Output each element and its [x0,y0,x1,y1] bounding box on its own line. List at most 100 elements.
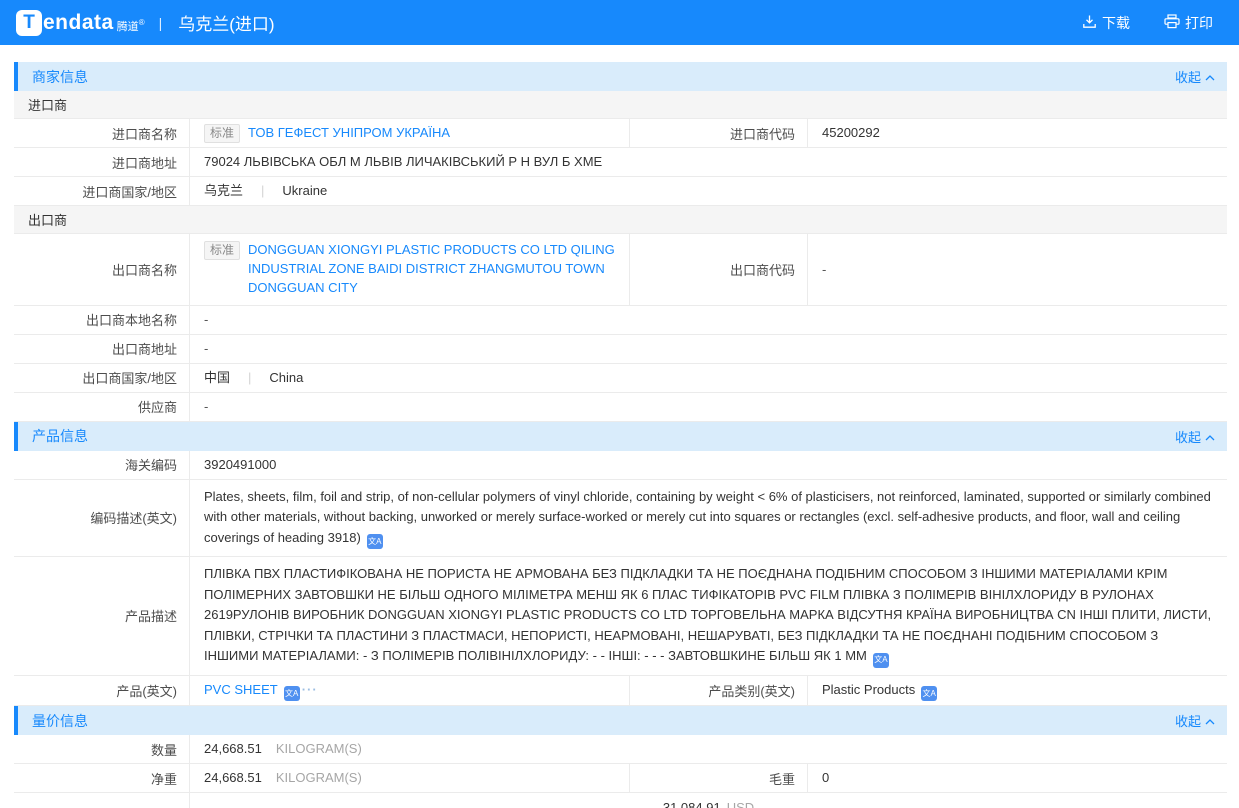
exporter-code-value: - [808,234,1227,305]
total-price-value: 31,084.91USD 1,292,832.24UAH [190,793,1227,808]
quantity-price-section-header: 量价信息 收起 [14,706,1227,735]
translate-icon[interactable]: 文A [873,653,889,668]
product-section-title: 产品信息 [32,426,88,446]
hs-code-row: 海关编码 3920491000 [14,451,1227,480]
pipe-divider: | [248,368,251,388]
download-label: 下载 [1102,13,1130,33]
pipe-divider: | [261,181,264,201]
code-description-row: 编码描述(英文) Plates, sheets, film, foil and … [14,480,1227,558]
exporter-code-label: 出口商代码 [630,234,808,305]
chevron-up-icon [1205,429,1215,444]
quantity-label: 数量 [14,735,190,763]
category-en-label: 产品类别(英文) [630,676,808,706]
importer-name-label: 进口商名称 [14,119,190,147]
product-section-header: 产品信息 收起 [14,422,1227,451]
importer-country-label: 进口商国家/地区 [14,177,190,205]
importer-address-value: 79024 ЛЬВІВСЬКА ОБЛ М ЛЬВІВ ЛИЧАКІВСЬКИЙ… [190,148,1227,176]
importer-country-row: 进口商国家/地区 乌克兰 | Ukraine [14,177,1227,206]
product-description-text: ПЛІВКА ПВХ ПЛАСТИФІКОВАНА НЕ ПОРИСТА НЕ … [204,564,1213,668]
exporter-address-value: - [190,335,1227,363]
net-weight-label: 净重 [14,764,190,792]
exporter-name-link[interactable]: DONGGUAN XIONGYI PLASTIC PRODUCTS CO LTD… [248,241,615,298]
merchant-section-header: 商家信息 收起 [14,62,1227,91]
importer-code-value: 45200292 [808,119,1227,147]
topbar-actions: 下载 打印 [1082,13,1213,33]
merchant-collapse-button[interactable]: 收起 [1175,67,1215,86]
chevron-up-icon [1205,713,1215,728]
code-description-body: Plates, sheets, film, foil and strip, of… [204,489,1211,545]
product-info-section: 产品信息 收起 海关编码 3920491000 编码描述(英文) Plates,… [14,422,1227,707]
importer-name-link[interactable]: ТОВ ГЕФЕСТ УНІПРОМ УКРАЇНА [248,124,450,143]
quantity-price-section: 量价信息 收起 数量 24,668.51KILOGRAM(S) 净重 24,66… [14,706,1227,808]
translate-icon[interactable]: 文A [367,534,383,549]
supplier-value: - [190,393,1227,421]
net-weight-row: 净重 24,668.51KILOGRAM(S) 毛重 0 [14,764,1227,793]
net-weight-unit: KILOGRAM(S) [276,768,362,788]
exporter-name-row: 出口商名称 标准 DONGGUAN XIONGYI PLASTIC PRODUC… [14,234,1227,306]
quantity-price-collapse-button[interactable]: 收起 [1175,711,1215,730]
category-en-value: Plastic Products 文A [808,676,1227,706]
merchant-section-title: 商家信息 [32,67,88,87]
product-description-body: ПЛІВКА ПВХ ПЛАСТИФІКОВАНА НЕ ПОРИСТА НЕ … [204,566,1211,663]
product-en-link[interactable]: PVC SHEET [204,682,278,697]
exporter-address-row: 出口商地址 - [14,335,1227,364]
total-price-row: 总价 31,084.91USD 1,292,832.24UAH [14,793,1227,808]
product-en-label: 产品(英文) [14,676,190,706]
net-weight-number: 24,668.51 [204,768,262,788]
category-en-text: Plastic Products [822,682,915,697]
importer-country-cn: 乌克兰 [204,181,243,201]
net-weight-value: 24,668.51 KILOGRAM(S) [190,764,630,792]
importer-country-en: Ukraine [282,181,327,201]
total-price-usd-unit: USD [727,800,754,808]
print-label: 打印 [1185,13,1213,33]
exporter-country-en: China [269,368,303,388]
quantity-unit: KILOGRAM(S) [276,739,362,759]
standard-badge: 标准 [204,241,240,260]
translate-icon[interactable]: 文A [284,686,300,701]
product-description-label: 产品描述 [14,557,190,675]
hs-code-value: 3920491000 [190,451,1227,479]
exporter-local-name-value: - [190,306,1227,334]
supplier-label: 供应商 [14,393,190,421]
standard-badge: 标准 [204,124,240,143]
print-button[interactable]: 打印 [1164,13,1213,33]
tendata-logo[interactable]: T endata 腾道® [16,10,145,36]
collapse-label: 收起 [1175,711,1201,730]
code-description-label: 编码描述(英文) [14,480,190,557]
code-description-value: Plates, sheets, film, foil and strip, of… [190,480,1227,557]
collapse-label: 收起 [1175,427,1201,446]
total-price-usd-number: 31,084.91 [663,800,721,808]
translate-icon[interactable]: 文A [921,686,937,701]
chevron-up-icon [1205,69,1215,84]
registered-mark: ® [139,18,145,27]
product-description-row: 产品描述 ПЛІВКА ПВХ ПЛАСТИФІКОВАНА НЕ ПОРИСТ… [14,557,1227,676]
exporter-address-label: 出口商地址 [14,335,190,363]
exporter-country-label: 出口商国家/地区 [14,364,190,392]
product-en-row: 产品(英文) PVC SHEET文A··· 产品类别(英文) Plastic P… [14,676,1227,707]
total-price-label: 总价 [14,793,190,808]
quantity-price-section-title: 量价信息 [32,711,88,731]
product-description-value: ПЛІВКА ПВХ ПЛАСТИФІКОВАНА НЕ ПОРИСТА НЕ … [190,557,1227,675]
exporter-local-name-label: 出口商本地名称 [14,306,190,334]
exporter-group-header: 出口商 [14,206,1227,234]
download-button[interactable]: 下载 [1082,13,1130,33]
tendata-logo-text: endata [43,11,114,35]
download-icon [1082,14,1097,32]
quantity-row: 数量 24,668.51KILOGRAM(S) [14,735,1227,764]
collapse-label: 收起 [1175,67,1201,86]
exporter-country-value: 中国 | China [190,364,1227,392]
supplier-row: 供应商 - [14,393,1227,422]
product-collapse-button[interactable]: 收起 [1175,427,1215,446]
gross-weight-value: 0 [808,764,1227,792]
exporter-local-name-row: 出口商本地名称 - [14,306,1227,335]
importer-code-label: 进口商代码 [630,119,808,147]
exporter-country-row: 出口商国家/地区 中国 | China [14,364,1227,393]
exporter-country-cn: 中国 [204,368,230,388]
product-en-value: PVC SHEET 文A··· [190,676,630,706]
tendata-logo-cn-text: 腾道 [117,21,139,33]
print-icon [1164,14,1180,32]
more-ellipsis[interactable]: ··· [302,682,318,697]
hs-code-label: 海关编码 [14,451,190,479]
quantity-value: 24,668.51KILOGRAM(S) [190,735,1227,763]
exporter-name-label: 出口商名称 [14,234,190,305]
